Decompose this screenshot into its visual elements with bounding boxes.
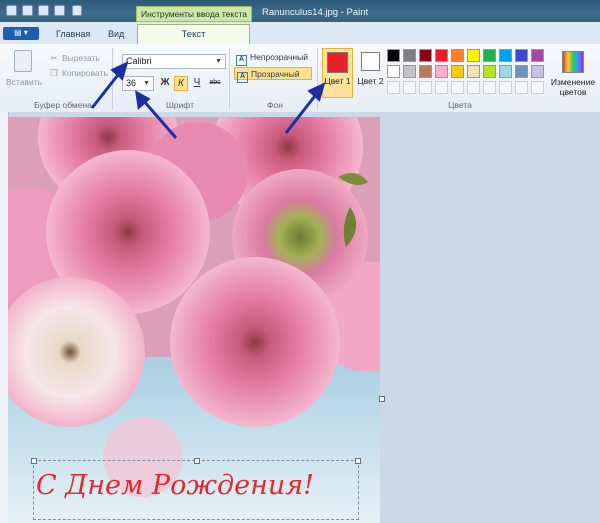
palette-swatch[interactable] bbox=[419, 65, 432, 78]
palette-swatch[interactable] bbox=[483, 65, 496, 78]
transparent-label: Прозрачный bbox=[251, 69, 300, 79]
color1-swatch bbox=[327, 52, 348, 73]
palette-swatch[interactable] bbox=[499, 65, 512, 78]
cut-button[interactable]: ✂ Вырезать bbox=[49, 53, 100, 64]
palette-swatch[interactable] bbox=[403, 49, 416, 62]
palette-swatch[interactable] bbox=[483, 49, 496, 62]
palette-swatch[interactable] bbox=[387, 49, 400, 62]
font-size-value: 36 bbox=[126, 78, 137, 88]
palette-empty-slot[interactable] bbox=[515, 81, 528, 94]
palette-swatch[interactable] bbox=[435, 65, 448, 78]
palette-swatch[interactable] bbox=[387, 65, 400, 78]
palette-swatch[interactable] bbox=[435, 49, 448, 62]
clipboard-group-label: Буфер обмена bbox=[34, 100, 92, 110]
colors-group-label: Цвета bbox=[448, 100, 472, 110]
palette-empty-slot[interactable] bbox=[387, 81, 400, 94]
palette-empty-slot[interactable] bbox=[483, 81, 496, 94]
color1-label: Цвет 1 bbox=[324, 76, 351, 86]
italic-button[interactable]: К bbox=[174, 76, 188, 91]
chevron-down-icon: ▼ bbox=[215, 58, 222, 65]
color2-swatch[interactable] bbox=[361, 52, 380, 71]
font-family-select[interactable]: Calibri ▼ bbox=[122, 54, 226, 69]
redo-icon[interactable] bbox=[54, 5, 65, 16]
group-separator bbox=[317, 48, 318, 110]
edit-colors-label[interactable]: Изменение цветов bbox=[548, 77, 598, 97]
palette-swatch[interactable] bbox=[499, 49, 512, 62]
palette-swatch[interactable] bbox=[467, 65, 480, 78]
palette-swatch[interactable] bbox=[531, 49, 544, 62]
palette-swatch[interactable] bbox=[515, 49, 528, 62]
text-tools-context-label: Инструменты ввода текста bbox=[136, 6, 252, 22]
palette-swatch[interactable] bbox=[467, 49, 480, 62]
strikethrough-button[interactable]: abc bbox=[206, 76, 224, 91]
opaque-label: Непрозрачный bbox=[250, 52, 308, 62]
transparent-background-icon: A bbox=[237, 72, 248, 83]
palette-empty-slot[interactable] bbox=[531, 81, 544, 94]
resize-handle[interactable] bbox=[194, 458, 200, 464]
palette-swatch[interactable] bbox=[403, 65, 416, 78]
canvas-resize-handle[interactable] bbox=[379, 396, 385, 402]
customize-quick-access-icon[interactable] bbox=[72, 5, 82, 16]
palette-empty-slot[interactable] bbox=[435, 81, 448, 94]
opaque-background-button[interactable]: A Непрозрачный bbox=[234, 51, 312, 66]
cut-label: Вырезать bbox=[62, 53, 100, 63]
copy-label: Копировать bbox=[62, 68, 108, 78]
paste-icon[interactable] bbox=[14, 50, 32, 72]
undo-icon[interactable] bbox=[38, 5, 49, 16]
copy-button[interactable]: ❐ Копировать bbox=[49, 68, 108, 79]
tab-home[interactable]: Главная bbox=[56, 29, 90, 39]
color2-label: Цвет 2 bbox=[357, 76, 384, 86]
chevron-down-icon: ▼ bbox=[143, 80, 150, 87]
opaque-background-icon: A bbox=[236, 55, 247, 66]
paint-app-icon[interactable] bbox=[6, 5, 17, 16]
edit-colors-icon[interactable] bbox=[562, 51, 584, 73]
palette-swatch[interactable] bbox=[419, 49, 432, 62]
underline-button[interactable]: Ч bbox=[190, 76, 204, 91]
resize-handle[interactable] bbox=[355, 458, 361, 464]
palette-empty-slot[interactable] bbox=[467, 81, 480, 94]
palette-swatch[interactable] bbox=[531, 65, 544, 78]
tab-view[interactable]: Вид bbox=[108, 29, 124, 39]
paste-button-label[interactable]: Вставить bbox=[6, 77, 42, 87]
birthday-text[interactable]: С Днем Рождения! bbox=[36, 470, 314, 501]
palette-empty-slot[interactable] bbox=[419, 81, 432, 94]
palette-empty-slot[interactable] bbox=[403, 81, 416, 94]
font-group-label: Шрифт bbox=[166, 100, 194, 110]
palette-swatch[interactable] bbox=[515, 65, 528, 78]
window-title: Ranunculus14.jpg - Paint bbox=[262, 7, 369, 18]
palette-empty-slot[interactable] bbox=[451, 81, 464, 94]
scissors-icon: ✂ bbox=[50, 53, 58, 63]
palette-swatch[interactable] bbox=[451, 49, 464, 62]
palette-empty-slot[interactable] bbox=[499, 81, 512, 94]
font-family-value: Calibri bbox=[126, 56, 152, 66]
font-size-select[interactable]: 36 ▼ bbox=[122, 76, 154, 91]
bold-button[interactable]: Ж bbox=[158, 76, 172, 91]
transparent-background-button[interactable]: A Прозрачный bbox=[234, 67, 312, 83]
resize-handle[interactable] bbox=[31, 458, 37, 464]
group-separator bbox=[112, 48, 113, 110]
app-menu-button[interactable]: ▤ ▾ bbox=[3, 27, 39, 40]
group-separator bbox=[229, 48, 230, 110]
tab-text[interactable]: Текст bbox=[137, 24, 250, 45]
background-group-label: Фон bbox=[267, 100, 283, 110]
save-icon[interactable] bbox=[22, 5, 33, 16]
palette-swatch[interactable] bbox=[451, 65, 464, 78]
copy-icon: ❐ bbox=[50, 68, 58, 78]
